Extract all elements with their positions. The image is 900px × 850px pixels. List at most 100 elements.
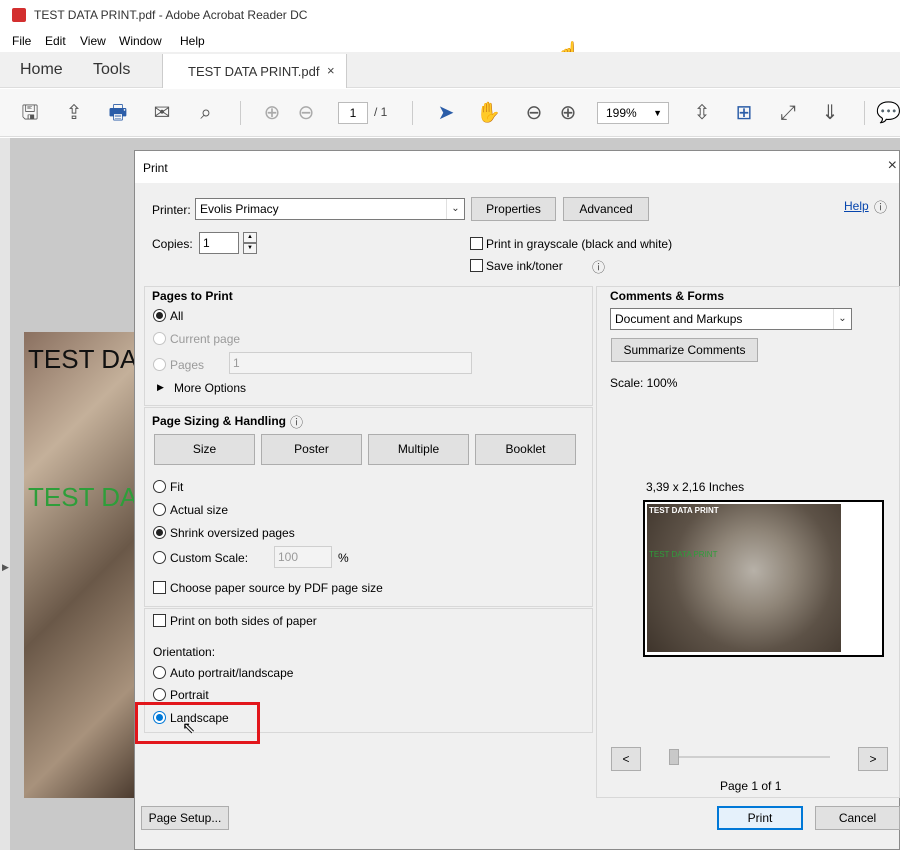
- copies-input[interactable]: 1: [199, 232, 239, 254]
- comments-forms-select[interactable]: Document and Markups ⌄: [610, 308, 852, 330]
- orientation-heading: Orientation:: [153, 645, 216, 659]
- portrait-label: Portrait: [170, 688, 209, 702]
- hand-tool-icon[interactable]: ✋: [476, 101, 501, 125]
- stepper-up-icon[interactable]: ▲: [243, 232, 257, 243]
- document-text-green: TEST DA: [28, 482, 136, 512]
- booklet-button[interactable]: Booklet: [475, 434, 576, 465]
- pages-label: Pages: [170, 358, 205, 372]
- custom-scale-radio[interactable]: [153, 551, 166, 564]
- print-preview-image: TEST DATA PRINT TEST DATA PRINT: [647, 504, 841, 652]
- cloud-upload-icon[interactable]: ⇪: [62, 101, 86, 125]
- portrait-radio[interactable]: [153, 688, 166, 701]
- comment-icon[interactable]: 💬: [876, 101, 900, 125]
- left-panel-strip: ▶: [0, 138, 10, 850]
- zoom-in-icon[interactable]: ⊕: [556, 101, 580, 125]
- tab-home[interactable]: Home: [20, 61, 63, 79]
- select-cursor-icon[interactable]: ➤: [434, 101, 458, 125]
- properties-button[interactable]: Properties: [471, 197, 556, 221]
- actual-size-radio[interactable]: [153, 503, 166, 516]
- cancel-button[interactable]: Cancel: [815, 806, 900, 830]
- fit-label: Fit: [170, 480, 184, 494]
- comments-forms-heading: Comments & Forms: [610, 289, 725, 303]
- print-icon[interactable]: 🖶: [106, 101, 130, 125]
- multiple-button[interactable]: Multiple: [368, 434, 469, 465]
- custom-scale-input[interactable]: 100: [274, 546, 332, 568]
- more-options-link[interactable]: More Options: [174, 381, 246, 395]
- document-page: TEST DA TEST DA: [24, 332, 136, 798]
- page-down-icon[interactable]: ⊖: [294, 101, 318, 125]
- zoom-out-icon[interactable]: ⊖: [522, 101, 546, 125]
- page-number-input[interactable]: 1: [338, 102, 368, 124]
- shrink-oversized-radio[interactable]: [153, 526, 166, 539]
- print-button[interactable]: Print: [717, 806, 803, 830]
- stepper-down-icon[interactable]: ▼: [243, 243, 257, 254]
- shrink-oversized-label: Shrink oversized pages: [170, 526, 295, 540]
- highlight-box: [135, 702, 260, 744]
- zoom-value: 199%: [606, 106, 637, 120]
- save-icon[interactable]: 🖫: [18, 101, 42, 125]
- close-tab-icon[interactable]: ×: [327, 63, 335, 78]
- fit-radio[interactable]: [153, 480, 166, 493]
- menu-window[interactable]: Window: [119, 34, 162, 48]
- info-icon[interactable]: ⓘ: [592, 257, 605, 276]
- dialog-title-bar: Print ×: [135, 151, 899, 183]
- current-page-label: Current page: [170, 332, 241, 346]
- pages-range-input[interactable]: 1: [229, 352, 472, 374]
- size-button[interactable]: Size: [154, 434, 255, 465]
- printer-select[interactable]: Evolis Primacy ⌄: [195, 198, 465, 220]
- expand-panel-icon[interactable]: ▶: [2, 562, 9, 573]
- auto-orientation-radio[interactable]: [153, 666, 166, 679]
- chevron-down-icon: ⌄: [833, 309, 851, 329]
- rotate-page-icon[interactable]: ⊞: [732, 101, 756, 125]
- tab-document[interactable]: TEST DATA PRINT.pdf ×: [162, 54, 347, 88]
- read-mode-icon[interactable]: ⇓: [818, 101, 842, 125]
- printer-label: Printer:: [152, 203, 191, 217]
- paper-source-label: Choose paper source by PDF page size: [170, 581, 383, 595]
- next-page-button[interactable]: >: [858, 747, 888, 771]
- help-link[interactable]: Help: [844, 199, 869, 213]
- menu-view[interactable]: View: [80, 34, 106, 48]
- all-pages-label: All: [170, 309, 184, 323]
- tab-tools[interactable]: Tools: [93, 61, 130, 79]
- email-icon[interactable]: ✉: [150, 101, 174, 125]
- all-pages-radio[interactable]: [153, 309, 166, 322]
- poster-button[interactable]: Poster: [261, 434, 362, 465]
- summarize-comments-button[interactable]: Summarize Comments: [611, 338, 758, 362]
- page-slider-track[interactable]: [672, 756, 830, 758]
- preview-text-green: TEST DATA PRINT: [649, 550, 718, 559]
- fit-page-icon[interactable]: ⇳: [690, 101, 714, 125]
- toolbar-divider: [864, 101, 865, 125]
- close-icon[interactable]: ×: [888, 157, 897, 175]
- paper-size-label: 3,39 x 2,16 Inches: [646, 480, 745, 494]
- info-icon[interactable]: ⓘ: [290, 412, 303, 431]
- toolbar-divider: [240, 101, 241, 125]
- current-page-radio[interactable]: [153, 332, 166, 345]
- page-setup-button[interactable]: Page Setup...: [141, 806, 229, 830]
- save-ink-checkbox[interactable]: [470, 259, 483, 272]
- menu-file[interactable]: File: [12, 34, 31, 48]
- advanced-button[interactable]: Advanced: [563, 197, 649, 221]
- auto-orientation-label: Auto portrait/landscape: [170, 666, 294, 680]
- menu-bar: File Edit View Window Help: [0, 31, 900, 51]
- title-bar: TEST DATA PRINT.pdf - Adobe Acrobat Read…: [0, 0, 900, 30]
- help-icon[interactable]: ⓘ: [874, 197, 887, 216]
- copies-stepper[interactable]: ▲ ▼: [243, 232, 257, 254]
- paper-source-checkbox[interactable]: [153, 581, 166, 594]
- acrobat-app-icon: [12, 8, 26, 22]
- menu-edit[interactable]: Edit: [45, 34, 66, 48]
- custom-scale-label: Custom Scale:: [170, 551, 249, 565]
- page-up-icon[interactable]: ⊕: [260, 101, 284, 125]
- printer-value: Evolis Primacy: [200, 202, 279, 216]
- search-icon[interactable]: ⌕: [194, 101, 218, 125]
- grayscale-checkbox[interactable]: [470, 237, 483, 250]
- expand-arrow-icon[interactable]: ▶: [157, 382, 164, 393]
- save-ink-label: Save ink/toner: [486, 259, 563, 273]
- previous-page-button[interactable]: <: [611, 747, 641, 771]
- full-screen-icon[interactable]: ⤢: [776, 101, 800, 125]
- pages-radio[interactable]: [153, 358, 166, 371]
- both-sides-checkbox[interactable]: [153, 614, 166, 627]
- both-sides-label: Print on both sides of paper: [170, 614, 317, 628]
- menu-help[interactable]: Help: [180, 34, 205, 48]
- page-slider-thumb[interactable]: [669, 749, 679, 765]
- zoom-select[interactable]: 199% ▼: [597, 102, 669, 124]
